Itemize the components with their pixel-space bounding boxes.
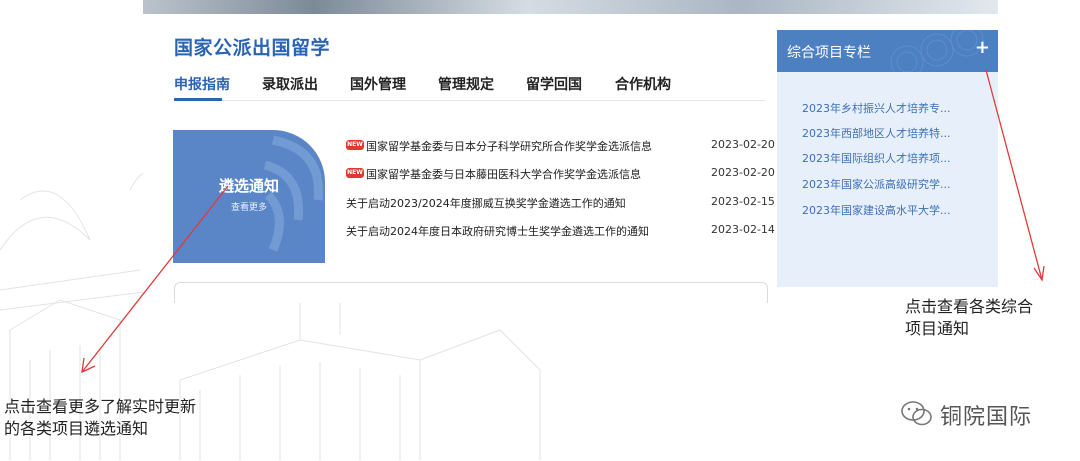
wechat-icon	[901, 401, 932, 426]
annotation-arrows	[81, 69, 1045, 374]
annotation-right: 点击查看各类综合 项目通知	[905, 296, 1033, 340]
annotation-left-line: 的各类项目遴选通知	[4, 419, 149, 438]
annotation-right-line: 项目通知	[905, 319, 970, 338]
arrow-to-side-panel	[985, 69, 1043, 281]
arrow-to-notice-box	[81, 185, 229, 373]
annotation-right-line: 点击查看各类综合	[905, 297, 1034, 316]
watermark-text: 铜院国际	[940, 405, 1033, 430]
annotation-left: 点击查看更多了解实时更新 的各类项目遴选通知	[4, 396, 196, 440]
annotation-left-line: 点击查看更多了解实时更新	[4, 397, 197, 416]
